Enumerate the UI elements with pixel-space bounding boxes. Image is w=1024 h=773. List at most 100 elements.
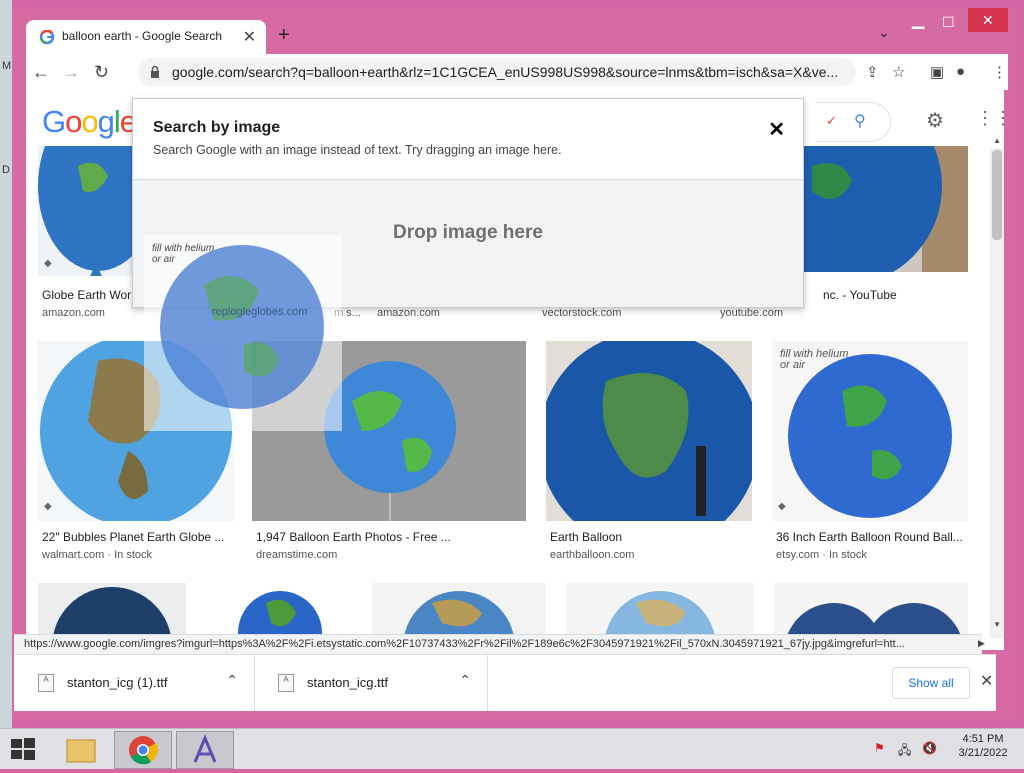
image-watermark: fill with helium or air [780,348,849,371]
logo-letter: o [81,104,98,139]
result-source[interactable]: amazon.com [42,307,105,319]
network-icon[interactable]: 🖧 [898,741,914,757]
scroll-down-icon[interactable]: ▼ [993,620,1001,629]
desktop-icon-fragment: M [2,60,12,72]
logo-letter: G [42,104,66,139]
google-logo[interactable]: Google [42,104,137,140]
windows-start-icon[interactable] [10,737,36,761]
close-icon: ✕ [982,12,994,28]
profile-avatar-icon[interactable]: ● [956,63,965,80]
maximize-icon[interactable]: ☐ [942,14,955,31]
download-item[interactable]: A stanton_icg (1).ttf ⌃ [14,655,255,711]
tag-icon: ◆ [778,501,786,512]
font-app-icon [193,734,217,763]
chevron-up-icon[interactable]: ⌃ [459,672,471,689]
address-url: google.com/search?q=balloon+earth&rlz=1C… [172,64,839,80]
bookmark-star-icon[interactable]: ☆ [892,63,905,81]
status-url: https://www.google.com/imgres?imgurl=htt… [24,638,905,650]
result-title[interactable]: Globe Earth Wor [42,288,131,302]
result-source[interactable]: amazon.com [377,307,440,319]
download-filename: stanton_icg (1).ttf [67,675,168,690]
share-icon[interactable]: ⇪ [866,63,879,81]
back-arrow-icon[interactable]: ← [32,62,50,83]
browser-toolbar: ← → ↻ google.com/search?q=balloon+earth&… [26,54,1008,90]
google-favicon-icon [40,30,54,44]
logo-letter: o [65,104,82,139]
reload-icon[interactable]: ↻ [94,62,109,83]
folder-icon [66,739,96,763]
drop-zone-label: Drop image here [393,222,543,243]
taskbar-chrome[interactable] [114,731,172,769]
address-bar[interactable]: google.com/search?q=balloon+earth&rlz=1C… [138,58,856,86]
system-clock[interactable]: 4:51 PM 3/21/2022 [950,733,1016,759]
downloads-bar: A stanton_icg (1).ttf ⌃ A stanton_icg.tt… [14,654,996,711]
source-domain: etsy.com [776,549,820,561]
tag-icon: ◆ [44,501,52,512]
desktop-icon-fragment: D [2,164,10,176]
tab-close-icon[interactable]: ✕ [243,27,256,47]
close-downloads-icon[interactable]: ✕ [980,671,993,691]
clock-date: 3/21/2022 [958,747,1008,759]
taskbar-font-app[interactable] [176,731,234,769]
font-file-icon: A [278,674,294,692]
scrollbar-thumb[interactable] [992,150,1002,240]
ghost-source-label: replogleglobes.com [212,306,308,318]
tab-title: balloon earth - Google Search [62,29,223,43]
result-image[interactable] [802,146,968,272]
dialog-title: Search by image [153,119,281,136]
new-tab-button[interactable]: + [278,24,290,47]
link-status-bar: https://www.google.com/imgres?imgurl=htt… [14,634,982,655]
result-source[interactable]: vectorstock.com [542,307,621,319]
stock-status: In stock [828,549,867,561]
result-image[interactable] [546,341,752,521]
tab-google-search[interactable]: balloon earth - Google Search ✕ [26,20,266,54]
taskbar: ⚑ 🖧 🔇 4:51 PM 3/21/2022 [0,728,1024,769]
tab-search-chevron-icon[interactable]: ⌄ [878,24,890,41]
giant-earth-balloon-image [546,341,752,521]
result-title[interactable]: 1,947 Balloon Earth Photos - Free ... [256,530,451,544]
browser-menu-icon[interactable]: ⋮ [992,63,1007,81]
apps-grid-icon[interactable]: ⋮⋮ [976,108,1004,129]
chrome-icon [129,736,158,765]
result-source[interactable]: etsy.com · In stock [776,549,867,561]
stock-status: In stock [114,549,153,561]
taskbar-file-explorer[interactable] [52,731,110,769]
minimize-icon[interactable]: ▁ [912,10,924,30]
giant-globe-image [802,146,968,272]
result-image[interactable]: fill with helium or air ◆ [772,341,968,521]
result-source[interactable]: dreamstime.com [256,549,337,561]
search-icon[interactable]: ⚲ [854,111,866,131]
result-title[interactable]: nc. - YouTube [823,288,897,302]
source-domain: walmart.com [42,549,105,561]
scroll-up-icon[interactable]: ▲ [993,136,1001,145]
download-item[interactable]: A stanton_icg.ttf ⌃ [254,655,488,711]
tab-bar: balloon earth - Google Search ✕ + ⌄ ▁ ☐ … [12,8,1015,54]
result-title[interactable]: Earth Balloon [550,530,622,544]
clock-time: 4:51 PM [962,733,1004,745]
lock-icon[interactable] [148,65,162,79]
result-source[interactable]: earthballoon.com [550,549,634,561]
image-watermark: fill with helium or air [152,243,215,265]
result-source[interactable]: youtube.com [720,307,783,319]
dialog-subtitle: Search Google with an image instead of t… [153,143,562,157]
logo-letter: g [97,104,115,139]
dialog-close-icon[interactable]: ✕ [768,117,785,142]
show-all-button[interactable]: Show all [892,667,970,699]
result-title[interactable]: 36 Inch Earth Balloon Round Ball... [776,530,963,544]
result-title[interactable]: 22" Bubbles Planet Earth Globe ... [42,530,224,544]
result-source[interactable]: walmart.com · In stock [42,549,152,561]
close-window-button[interactable]: ✕ [968,8,1008,32]
scroll-right-icon[interactable]: ▶ [978,638,985,649]
settings-gear-icon[interactable]: ⚙ [926,108,944,133]
font-file-icon: A [38,674,54,692]
voice-search-icon[interactable]: ✓ [826,113,837,129]
action-center-flag-icon[interactable]: ⚑ [874,741,890,755]
search-box-edge[interactable]: ✓ ⚲ [816,102,891,142]
dragged-image-ghost[interactable]: fill with helium or air replogleglobes.c… [144,235,342,431]
side-panel-icon[interactable]: ▣ [930,63,944,81]
forward-arrow-icon[interactable]: → [62,62,80,83]
volume-muted-icon[interactable]: 🔇 [922,741,938,755]
tag-icon: ◆ [44,258,52,269]
download-filename: stanton_icg.ttf [307,675,388,690]
chevron-up-icon[interactable]: ⌃ [226,672,238,689]
